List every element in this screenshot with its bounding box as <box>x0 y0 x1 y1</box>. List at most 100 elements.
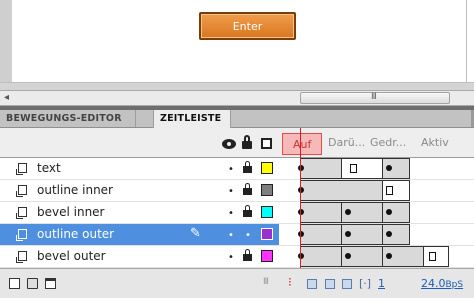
playhead-icon[interactable]: ⁝ <box>288 275 292 289</box>
layer-header[interactable]: outline inner • <box>0 180 279 201</box>
layer-row-bevel-outer[interactable]: bevel outer • <box>0 246 474 268</box>
empty-keyframe[interactable] <box>386 186 393 195</box>
frame-label-hit[interactable]: Aktiv <box>421 135 449 151</box>
visibility-toggle[interactable]: • <box>228 252 234 263</box>
scroll-left-arrow-icon[interactable]: ◂ <box>4 92 9 103</box>
layer-header[interactable]: bevel outer • <box>0 246 279 267</box>
layer-row-outline-inner[interactable]: outline inner • <box>0 180 474 202</box>
timeline-footer: III ⁝ [·] 1 24.0BpS <box>0 268 474 298</box>
timeline-header: Auf Darü... Gedr... Aktiv <box>0 128 474 158</box>
keyframe[interactable] <box>298 253 304 259</box>
frame-span[interactable] <box>341 158 383 179</box>
frame-label-over[interactable]: Darü... <box>328 135 365 151</box>
outline-icon[interactable] <box>261 138 272 149</box>
layer-icon <box>16 207 28 219</box>
enter-button-label: Enter <box>232 19 263 33</box>
onion-outline-icon[interactable] <box>325 279 335 289</box>
keyframe[interactable] <box>345 231 351 237</box>
keyframe[interactable] <box>386 253 392 259</box>
outline-color-swatch[interactable] <box>261 250 273 262</box>
delete-layer-icon[interactable] <box>45 278 56 289</box>
stage-area: Enter <box>0 0 474 82</box>
playhead-line[interactable] <box>300 128 301 278</box>
layer-icon <box>16 251 28 263</box>
keyframe[interactable] <box>298 165 304 171</box>
lock-icon[interactable] <box>242 135 252 149</box>
onion-skin-icon[interactable] <box>307 279 317 289</box>
lock-body <box>242 141 252 149</box>
keyframe[interactable] <box>298 187 304 193</box>
layer-name[interactable]: text <box>37 161 61 175</box>
frame-span[interactable] <box>300 246 342 267</box>
modify-markers-icon[interactable]: [·] <box>359 277 371 290</box>
layer-icon <box>16 163 28 175</box>
visibility-toggle[interactable]: • <box>228 164 234 175</box>
frame-span[interactable] <box>300 158 342 179</box>
visibility-toggle[interactable]: • <box>228 208 234 219</box>
layer-icon <box>16 229 28 241</box>
layer-header[interactable]: bevel inner • <box>0 202 279 223</box>
keyframe[interactable] <box>386 209 392 215</box>
empty-keyframe[interactable] <box>429 252 436 261</box>
new-folder-icon[interactable] <box>27 278 38 289</box>
layer-header[interactable]: text • <box>0 158 279 179</box>
fps-value: 24.0 <box>421 277 446 290</box>
visibility-toggle[interactable]: • <box>228 230 234 241</box>
horizontal-scrollbar[interactable]: ◂ III <box>0 90 474 106</box>
frame-span[interactable] <box>300 224 342 245</box>
frame-state-labels: Auf Darü... Gedr... Aktiv <box>279 128 474 157</box>
panel-tabbar: BEWEGUNGS-EDITOR ZEITLEISTE <box>0 110 474 128</box>
lock-icon[interactable] <box>243 161 252 173</box>
frame-span[interactable] <box>300 202 342 223</box>
empty-keyframe[interactable] <box>350 164 357 173</box>
layer-row-outline-outer[interactable]: outline outer ✎ • • <box>0 224 474 246</box>
current-frame-field[interactable]: 1 <box>378 277 385 290</box>
layer-row-bevel-inner[interactable]: bevel inner • <box>0 202 474 224</box>
lock-toggle[interactable]: • <box>245 230 251 241</box>
layer-name[interactable]: bevel inner <box>37 205 105 219</box>
stage-canvas[interactable]: Enter <box>12 0 474 82</box>
frame-label-up[interactable]: Auf <box>282 133 322 155</box>
scrollbar-thumb[interactable]: III <box>300 92 450 104</box>
frame-span[interactable] <box>423 246 449 267</box>
keyframe[interactable] <box>345 253 351 259</box>
keyframe[interactable] <box>386 231 392 237</box>
lock-icon[interactable] <box>243 205 252 217</box>
layer-name[interactable]: bevel outer <box>37 249 106 263</box>
enter-button-symbol[interactable]: Enter <box>199 12 296 40</box>
frame-rate-field[interactable]: 24.0BpS <box>421 277 463 290</box>
outline-color-swatch[interactable] <box>261 206 273 218</box>
layer-frames[interactable] <box>279 202 474 223</box>
new-layer-icon[interactable] <box>9 278 20 289</box>
visibility-toggle[interactable]: • <box>228 186 234 197</box>
layer-row-text[interactable]: text • <box>0 158 474 180</box>
layer-frames[interactable] <box>279 246 474 267</box>
stage-guide-line <box>466 0 467 82</box>
keyframe[interactable] <box>298 231 304 237</box>
eye-icon[interactable] <box>222 139 236 149</box>
fps-unit: BpS <box>445 280 464 290</box>
lock-icon[interactable] <box>243 249 252 261</box>
pencil-icon: ✎ <box>190 226 201 241</box>
edit-multiple-frames-icon[interactable] <box>342 279 352 289</box>
layer-header[interactable]: outline outer ✎ • • <box>0 224 279 245</box>
scrollbar-grip-icon: III <box>371 92 377 102</box>
layer-frames[interactable] <box>279 158 474 179</box>
keyframe[interactable] <box>386 165 392 171</box>
layer-frames[interactable] <box>279 224 474 245</box>
lock-icon[interactable] <box>243 183 252 195</box>
keyframe[interactable] <box>298 209 304 215</box>
layer-name[interactable]: outline inner <box>37 183 113 197</box>
outline-color-swatch[interactable] <box>261 184 273 196</box>
outline-color-swatch[interactable] <box>261 228 273 240</box>
frame-label-down[interactable]: Gedr... <box>370 135 406 151</box>
frame-span[interactable] <box>300 180 383 201</box>
keyframe[interactable] <box>345 209 351 215</box>
tab-timeline[interactable]: ZEITLEISTE <box>153 110 231 128</box>
layer-splitter-grip-icon[interactable]: III <box>263 277 269 287</box>
layer-frames[interactable] <box>279 180 474 201</box>
tab-motion-editor[interactable]: BEWEGUNGS-EDITOR <box>0 110 136 127</box>
layer-name[interactable]: outline outer <box>37 227 114 241</box>
layer-icon <box>16 185 28 197</box>
outline-color-swatch[interactable] <box>261 162 273 174</box>
